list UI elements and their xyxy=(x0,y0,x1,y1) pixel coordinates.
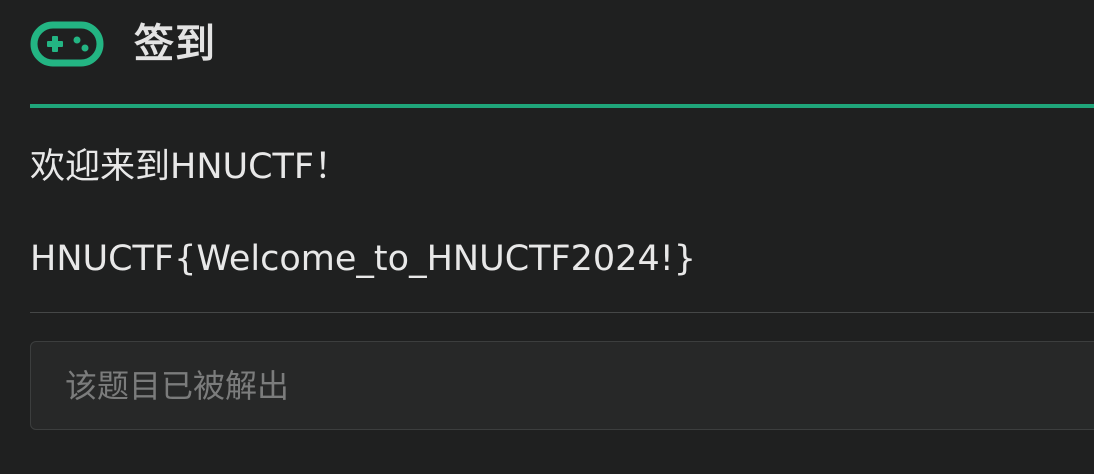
header-accent-divider xyxy=(30,104,1094,108)
content-divider xyxy=(30,312,1094,313)
challenge-panel: 签到 欢迎来到HNUCTF！ HNUCTF{Welcome_to_HNUCTF2… xyxy=(0,0,1094,474)
flag-submit-input[interactable] xyxy=(30,341,1094,430)
challenge-header: 签到 xyxy=(30,14,216,74)
gamepad-icon xyxy=(30,21,104,67)
flag-text: HNUCTF{Welcome_to_HNUCTF2024!} xyxy=(30,239,697,279)
welcome-message: 欢迎来到HNUCTF！ xyxy=(30,147,350,187)
challenge-title: 签到 xyxy=(134,21,216,67)
